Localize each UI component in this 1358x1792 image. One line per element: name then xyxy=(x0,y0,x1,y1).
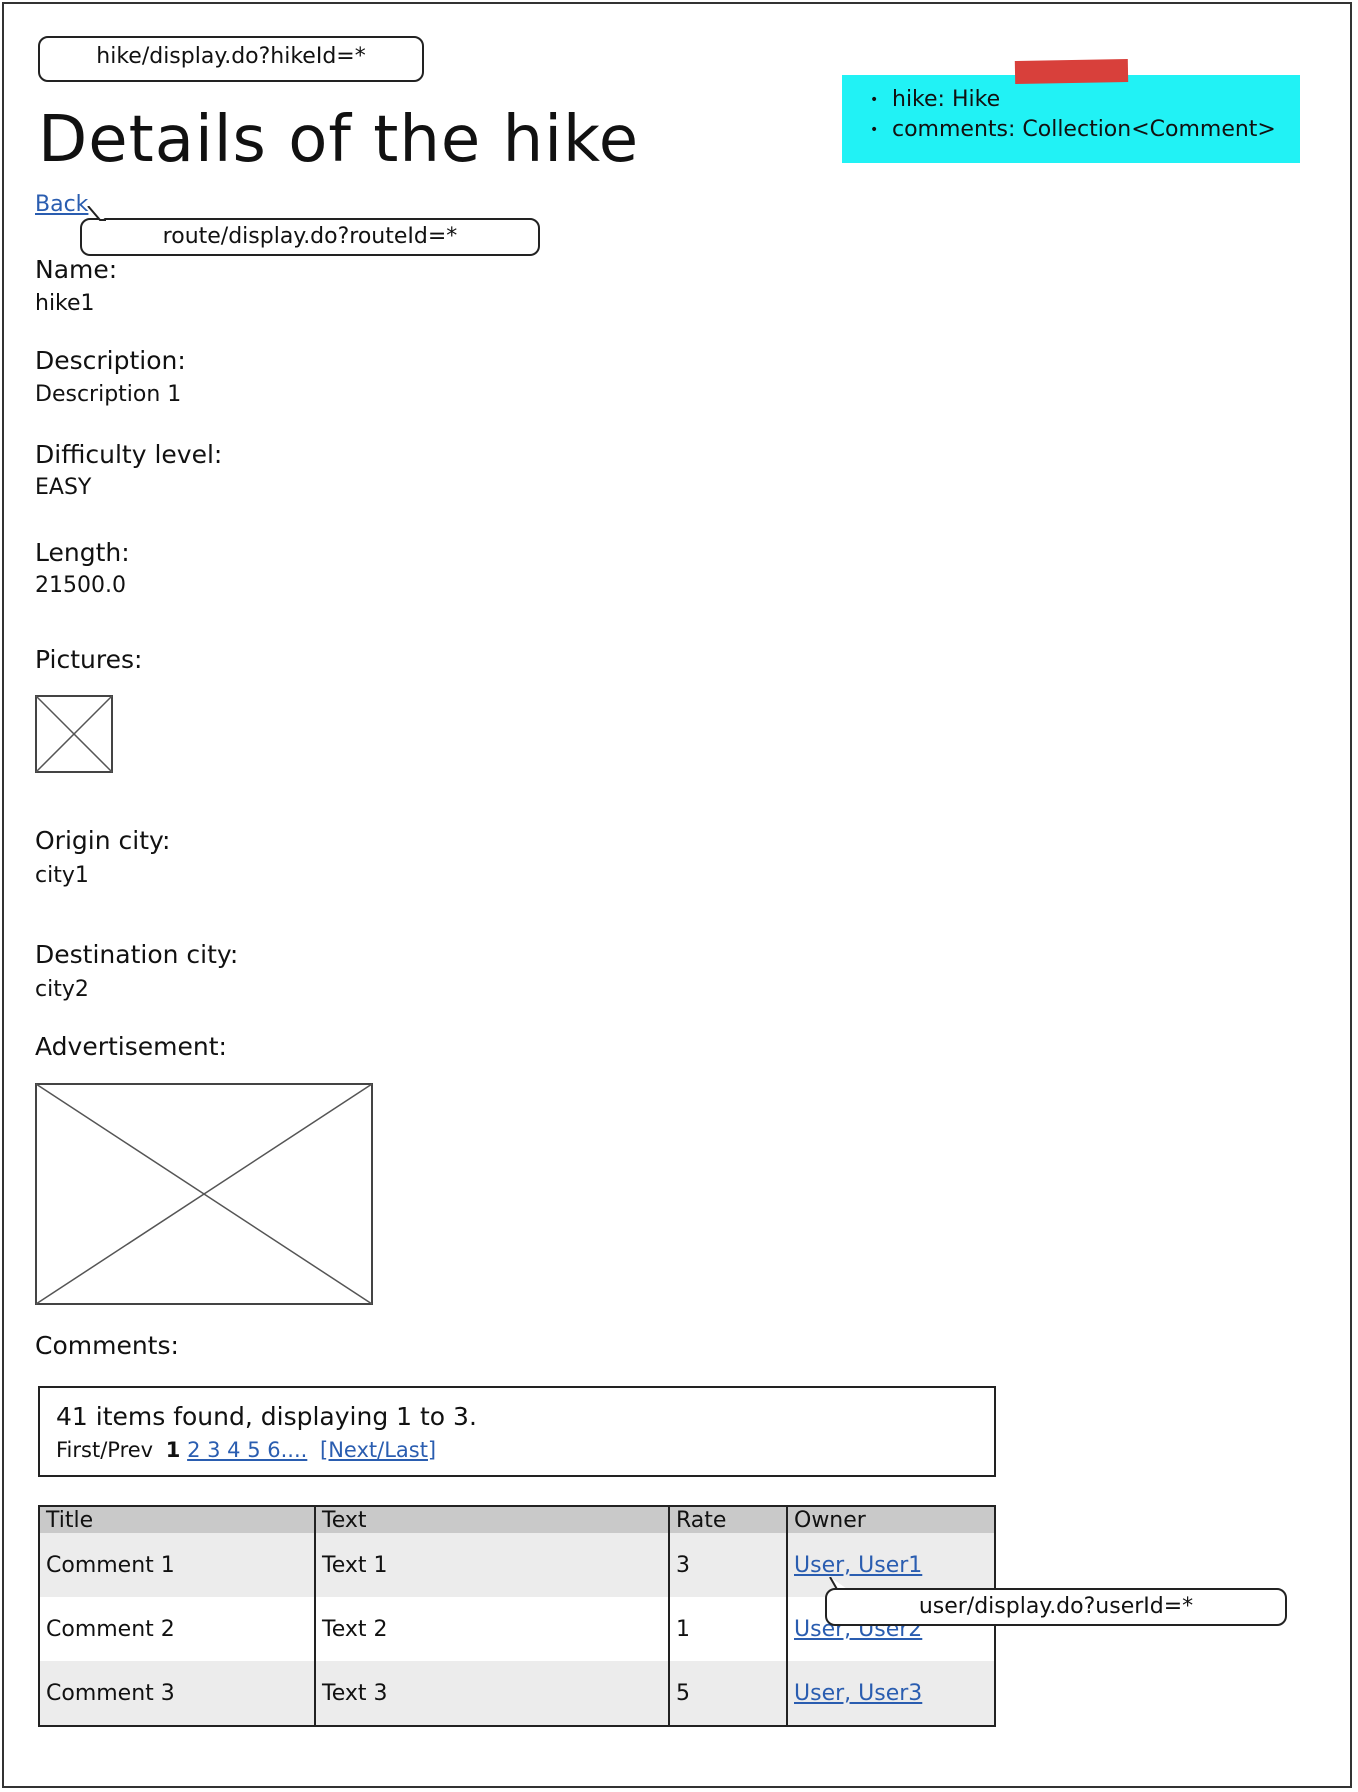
page-title: Details of the hike xyxy=(38,103,640,177)
tape-decoration xyxy=(1014,59,1129,84)
advertisement-label: Advertisement: xyxy=(35,1032,227,1061)
advertisement-placeholder-image xyxy=(35,1083,373,1305)
column-header: Rate xyxy=(668,1506,787,1533)
comment-title-cell: Comment 2 xyxy=(39,1597,315,1661)
next-last-link[interactable]: [Next/Last] xyxy=(320,1438,436,1462)
pictures-label: Pictures: xyxy=(35,645,143,674)
description-label: Description: xyxy=(35,346,186,375)
comment-title-cell: Comment 3 xyxy=(39,1661,315,1726)
column-header: Title xyxy=(39,1506,315,1533)
picture-placeholder-image xyxy=(35,695,113,773)
note-item: hike: Hike xyxy=(870,85,1300,115)
description-value: Description 1 xyxy=(35,382,182,407)
route-url-callout: route/display.do?routeId=* xyxy=(80,218,540,256)
pagination-nav: First/Prev 1 2 3 4 5 6.... [Next/Last] xyxy=(56,1438,436,1462)
model-note: hike: Hike comments: Collection<Comment> xyxy=(842,75,1300,163)
items-found-text: 41 items found, displaying 1 to 3. xyxy=(56,1402,477,1431)
origin-value: city1 xyxy=(35,863,89,888)
comment-rate-cell: 5 xyxy=(668,1661,787,1726)
length-value: 21500.0 xyxy=(35,573,126,598)
table-header-row: Title Text Rate Owner xyxy=(39,1506,995,1533)
comment-rate-cell: 1 xyxy=(668,1597,787,1661)
comment-title-cell: Comment 1 xyxy=(39,1533,315,1597)
table-row: Comment 3 Text 3 5 User, User3 xyxy=(39,1661,995,1726)
difficulty-label: Difficulty level: xyxy=(35,440,223,469)
comments-label: Comments: xyxy=(35,1331,179,1360)
route-url-text: route/display.do?routeId=* xyxy=(162,224,458,249)
origin-label: Origin city: xyxy=(35,826,171,855)
comment-text-cell: Text 3 xyxy=(314,1661,669,1726)
destination-value: city2 xyxy=(35,977,89,1002)
back-link[interactable]: Back xyxy=(35,192,88,217)
owner-link[interactable]: User, User3 xyxy=(794,1681,922,1706)
callout-tail-icon xyxy=(87,206,106,221)
name-label: Name: xyxy=(35,255,118,284)
comment-text-cell: Text 2 xyxy=(314,1597,669,1661)
owner-link[interactable]: User, User1 xyxy=(794,1553,922,1578)
length-label: Length: xyxy=(35,538,130,567)
page-links[interactable]: 2 3 4 5 6.... xyxy=(187,1438,307,1462)
difficulty-value: EASY xyxy=(35,475,92,500)
current-page: 1 xyxy=(165,1438,181,1462)
comment-owner-cell: User, User3 xyxy=(786,1661,995,1726)
name-value: hike1 xyxy=(35,291,95,316)
column-header: Owner xyxy=(786,1506,995,1533)
hike-url-callout: hike/display.do?hikeId=* xyxy=(38,36,424,82)
column-header: Text xyxy=(314,1506,669,1533)
user-url-callout: user/display.do?userId=* xyxy=(825,1588,1287,1626)
first-prev-text: First/Prev xyxy=(56,1438,154,1462)
comment-rate-cell: 3 xyxy=(668,1533,787,1597)
destination-label: Destination city: xyxy=(35,940,239,969)
note-item: comments: Collection<Comment> xyxy=(870,115,1300,145)
pagination-box: 41 items found, displaying 1 to 3. First… xyxy=(38,1386,996,1477)
comment-text-cell: Text 1 xyxy=(314,1533,669,1597)
hike-url-text: hike/display.do?hikeId=* xyxy=(96,44,366,69)
user-url-text: user/display.do?userId=* xyxy=(918,1594,1194,1619)
